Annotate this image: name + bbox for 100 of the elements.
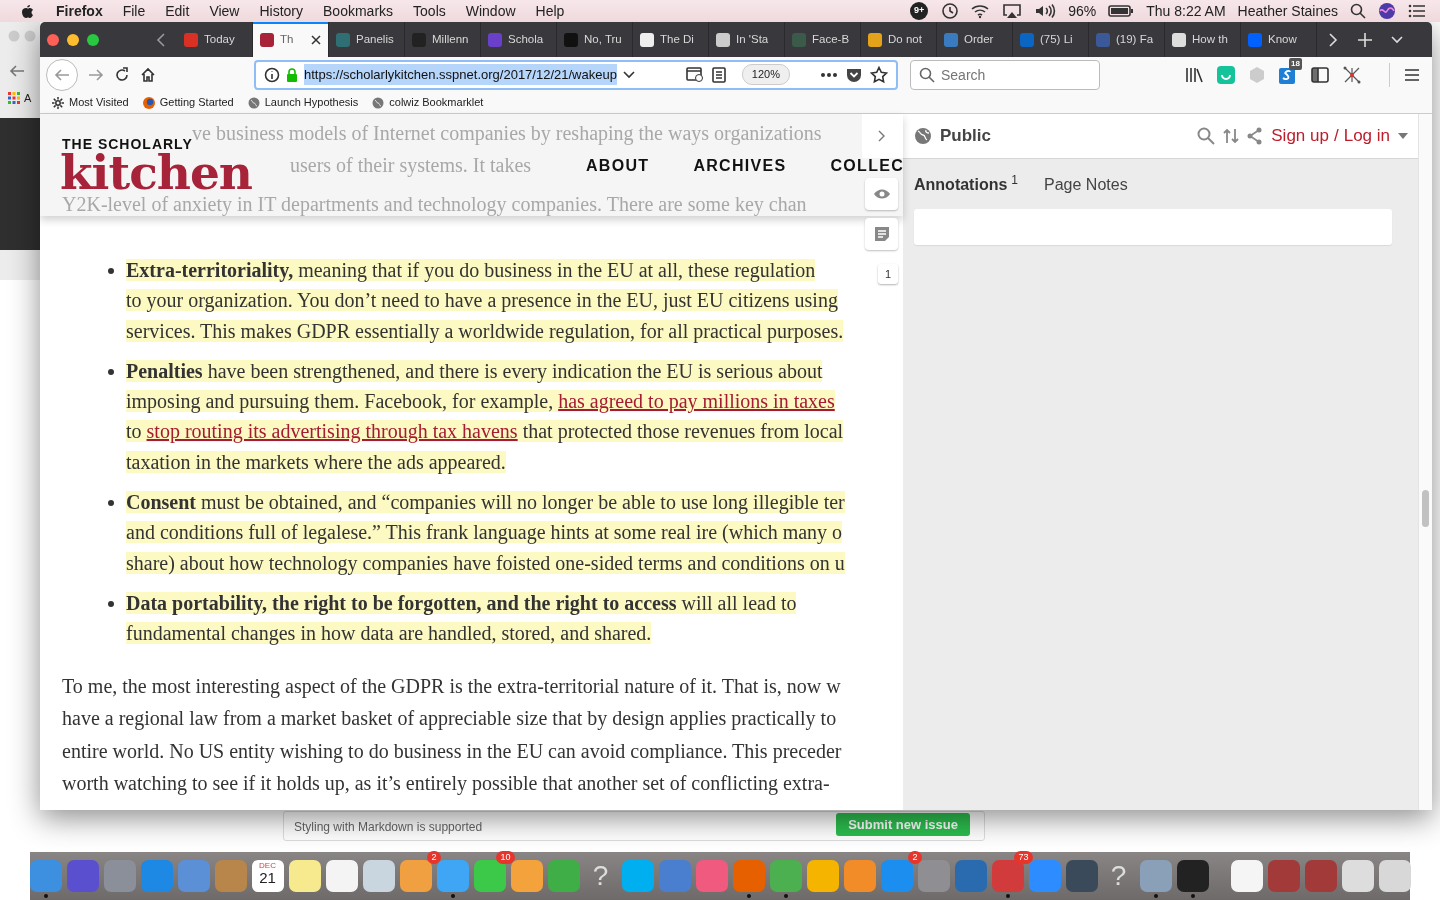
bookmark-item[interactable]: Most Visited	[52, 94, 129, 111]
nav-link[interactable]: ABOUT	[586, 154, 650, 178]
battery-icon[interactable]	[1108, 5, 1135, 17]
address-bar[interactable]: https://scholarlykitchen.sspnet.org/2017/12/21/wakeup 120%	[254, 59, 898, 90]
site-logo[interactable]: kitchen	[60, 152, 252, 195]
calendar-day: 21	[259, 870, 276, 885]
search-icon[interactable]	[1350, 3, 1366, 19]
zoom-button[interactable]: 120%	[741, 64, 790, 85]
nav-link[interactable]: ARCHIVES	[693, 154, 787, 178]
search-field[interactable]: Search	[910, 59, 1100, 90]
show-highlights-button[interactable]	[865, 178, 898, 210]
chevron-left-icon[interactable]	[156, 31, 166, 48]
minimize-button[interactable]	[67, 33, 79, 46]
caret-icon[interactable]	[1398, 133, 1408, 139]
forward-icon[interactable]	[88, 67, 104, 82]
app-icon[interactable]	[362, 860, 395, 892]
library-icon[interactable]	[1185, 66, 1203, 83]
menu-item[interactable]: History	[259, 0, 304, 22]
menu-list-icon[interactable]	[1408, 4, 1426, 18]
bookmark-item[interactable]: Getting Started	[142, 94, 234, 111]
separator-text: /	[1333, 125, 1339, 148]
annotation-count-bucket[interactable]: 1	[878, 264, 898, 284]
menu-item[interactable]: Tools	[413, 0, 446, 22]
visibility-label[interactable]: Public	[940, 123, 991, 149]
note-icon	[873, 226, 890, 242]
bookmark-item[interactable]: colwiz Bookmarklet	[372, 94, 484, 111]
app-icon[interactable]	[1065, 860, 1098, 892]
more-icon[interactable]	[820, 71, 838, 78]
bookmark-star-icon[interactable]	[870, 65, 888, 84]
home-icon[interactable]	[140, 66, 156, 83]
menu-item[interactable]: Bookmarks	[323, 0, 394, 22]
user-name[interactable]: Heather Staines	[1237, 0, 1338, 22]
app-menu[interactable]: Firefox	[56, 0, 103, 22]
reader-view-icon[interactable]	[711, 66, 726, 83]
reload-icon[interactable]	[114, 66, 130, 83]
faded-text: Y2K-level of anxiety in IT departments and technology companies. There are some key chan	[62, 193, 807, 215]
sidebar-tab[interactable]: Annotations $^{1}$	[914, 173, 1018, 197]
time-machine-icon[interactable]	[940, 2, 959, 20]
count-badge: 18	[1289, 57, 1302, 70]
wifi-icon[interactable]	[970, 3, 991, 19]
nav-link[interactable]: COLLEC	[830, 154, 905, 178]
menu-icon[interactable]	[1404, 67, 1420, 82]
bullet-icon	[108, 600, 114, 607]
close-button[interactable]	[47, 33, 59, 46]
extension-icon[interactable]	[1279, 66, 1297, 85]
app-icon[interactable]	[510, 860, 543, 892]
link[interactable]: has agreed to pay millions in taxes	[558, 390, 835, 413]
menu-item[interactable]: Edit	[165, 0, 190, 22]
notification-badge[interactable]: 9+	[910, 2, 929, 20]
app-icon[interactable]	[1341, 860, 1374, 892]
bookmark-item[interactable]: Launch Hypothesis	[247, 94, 359, 111]
calendar-icon[interactable]: DEC 21	[251, 860, 284, 892]
app-icon[interactable]	[806, 860, 839, 892]
app-icon[interactable]	[325, 860, 358, 892]
bullet-icon	[108, 368, 114, 375]
page-action-icon[interactable]	[685, 66, 704, 83]
share-icon[interactable]	[1247, 127, 1264, 145]
app-icon[interactable]	[621, 860, 654, 892]
new-note-button[interactable]	[865, 218, 898, 250]
plus-icon[interactable]	[1358, 32, 1372, 47]
app-icon[interactable]	[1176, 860, 1209, 892]
back-button[interactable]	[46, 58, 78, 91]
app-icon[interactable]	[1378, 860, 1411, 892]
gear-icon	[52, 96, 64, 109]
sidebar-tab[interactable]: Page Notes	[1044, 173, 1128, 197]
menu-item[interactable]: Window	[465, 0, 516, 22]
menu-item[interactable]: Help	[535, 0, 565, 22]
scrollbar[interactable]	[1418, 114, 1432, 810]
app-icon[interactable]	[288, 860, 321, 892]
sidebar-icon[interactable]	[1311, 66, 1329, 83]
app-icon[interactable]	[29, 860, 62, 892]
app-icon[interactable]	[843, 860, 876, 892]
sort-icon[interactable]	[1223, 127, 1240, 145]
link[interactable]: stop routing its advertising through tax havens	[146, 420, 518, 443]
app-icon[interactable]	[436, 860, 469, 892]
menu-item[interactable]: View	[209, 0, 240, 22]
log-in-link[interactable]: Log in	[1343, 123, 1390, 149]
lock-icon	[286, 67, 298, 82]
globe-icon[interactable]	[914, 127, 932, 145]
eye-icon	[872, 188, 891, 200]
volume-icon[interactable]	[1034, 3, 1057, 19]
battery-percent: 96%	[1068, 1, 1097, 21]
pocket-icon[interactable]	[846, 66, 862, 83]
site-kicker: THE SCHOLARLY	[62, 136, 193, 153]
chevron-down-icon[interactable]	[622, 70, 635, 79]
zoom-button[interactable]	[87, 33, 99, 46]
menu-item[interactable]: File	[122, 0, 146, 22]
network-icon[interactable]	[1343, 65, 1361, 84]
app-icon[interactable]	[1230, 860, 1263, 892]
menubar-clock[interactable]: Thu 8:22 AM	[1146, 0, 1226, 22]
airplay-icon[interactable]	[1002, 3, 1023, 19]
browser-tab[interactable]: Th	[253, 22, 329, 57]
browser-logo-icon	[142, 96, 155, 109]
sign-up-link[interactable]: Sign up	[1271, 123, 1329, 149]
app-icon[interactable]	[473, 860, 506, 892]
app-icon[interactable]	[399, 860, 432, 892]
siri-icon[interactable]	[1378, 2, 1396, 20]
close-icon[interactable]	[311, 34, 321, 45]
notification-badge: 73	[1014, 851, 1033, 864]
chevron-right-icon[interactable]	[878, 130, 886, 142]
